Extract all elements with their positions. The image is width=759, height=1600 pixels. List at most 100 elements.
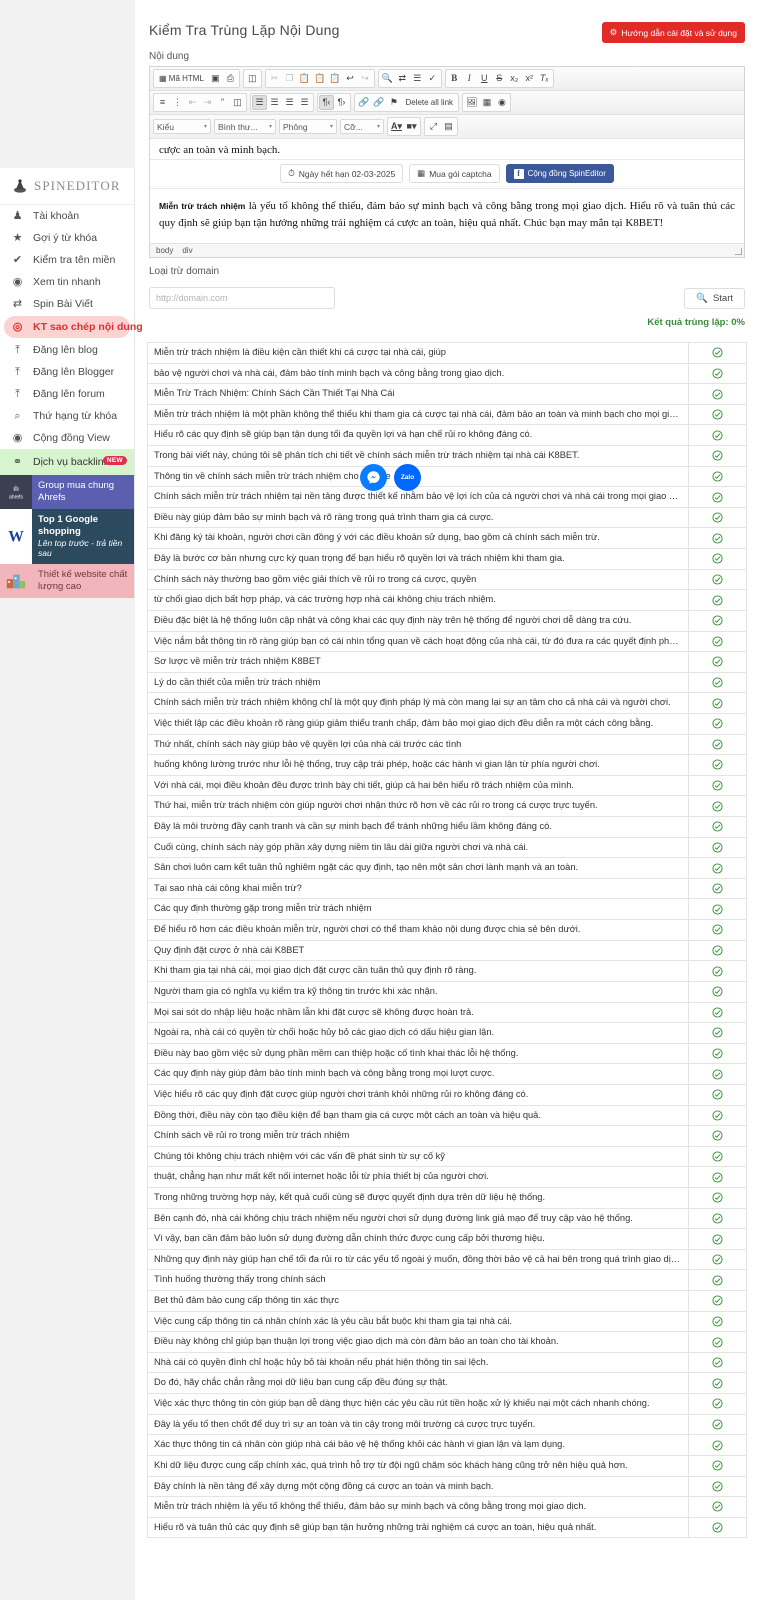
subscript-icon[interactable]: x₂	[507, 71, 522, 86]
table-row[interactable]: Miễn trừ trách nhiệm là điều kiện cần th…	[148, 342, 746, 363]
table-row[interactable]: Trong bài viết này, chúng tôi sẽ phân tí…	[148, 445, 746, 466]
table-row[interactable]: Điều này không chỉ giúp bạn thuận lợi tr…	[148, 1331, 746, 1352]
background-color-icon[interactable]: ■▾	[404, 119, 419, 134]
styles-select[interactable]: Kiểu ▾	[153, 119, 211, 134]
table-row[interactable]: huống không lường trước như lỗi hệ thống…	[148, 754, 746, 775]
paste-word-icon[interactable]: 📋	[327, 71, 342, 86]
table-row[interactable]: từ chối giao dịch bất hợp pháp, và các t…	[148, 589, 746, 610]
path-div[interactable]: div	[182, 246, 192, 255]
maximize-icon[interactable]: ⤢	[426, 119, 441, 134]
table-row[interactable]: thuật, chẳng hạn như mất kết nối interne…	[148, 1166, 746, 1187]
show-blocks-icon[interactable]: ▤	[441, 119, 456, 134]
outdent-icon[interactable]: ⇤	[185, 95, 200, 110]
bold-icon[interactable]: B	[447, 71, 462, 86]
table-row[interactable]: Bên cạnh đó, nhà cái không chịu trách nh…	[148, 1207, 746, 1229]
table-row[interactable]: Chính sách này thường bao gồm việc giải …	[148, 568, 746, 590]
underline-icon[interactable]: U	[477, 71, 492, 86]
editor-body[interactable]: cược an toàn và minh bạch. ⏱ Ngày hết hạ…	[150, 139, 744, 257]
align-justify-icon[interactable]: ☰	[297, 95, 312, 110]
table-row[interactable]: Đây là bước cơ bản nhưng cực kỳ quan trọ…	[148, 548, 746, 569]
table-row[interactable]: Việc thiết lập các điều khoản rõ ràng gi…	[148, 712, 746, 734]
table-row[interactable]: Để hiểu rõ hơn các điều khoản miễn trừ, …	[148, 919, 746, 940]
table-row[interactable]: Các quy định thường gặp trong miễn trừ t…	[148, 898, 746, 920]
copy-icon[interactable]: ❐	[282, 71, 297, 86]
table-row[interactable]: Chính sách về rủi ro trong miễn trừ trác…	[148, 1125, 746, 1146]
table-row[interactable]: Chính sách miễn trừ trách nhiệm không ch…	[148, 692, 746, 713]
table-icon[interactable]: ▦	[479, 95, 494, 110]
table-row[interactable]: Miễn trừ trách nhiệm là yếu tố không thể…	[148, 1496, 746, 1517]
table-row[interactable]: Tại sao nhà cái công khai miễn trừ?	[148, 877, 746, 899]
promo-google-shopping[interactable]: W Top 1 Google shopping Lên top trước - …	[0, 508, 134, 564]
table-row[interactable]: Việc cung cấp thông tin cá nhân chính xá…	[148, 1310, 746, 1332]
domain-exclusion-input[interactable]	[149, 287, 335, 309]
sidebar-item-8[interactable]: ⤒ Đăng lên forum	[0, 383, 134, 405]
spineditor-community-button[interactable]: f Cộng đồng SpinEditor	[505, 164, 614, 183]
print-icon[interactable]: ⎙	[223, 71, 238, 86]
table-row[interactable]: Do đó, hãy chắc chắn rằng mọi dữ liệu bạ…	[148, 1372, 746, 1394]
sidebar-item-backlink[interactable]: ⚭ Dịch vụ backlink NEW	[0, 449, 134, 475]
undo-icon[interactable]: ↩	[343, 71, 358, 86]
table-row[interactable]: Điều này bao gồm việc sử dụng phần mềm c…	[148, 1042, 746, 1064]
table-row[interactable]: Sân chơi luôn cam kết tuân thủ nghiêm ng…	[148, 857, 746, 878]
text-color-icon[interactable]: A▾	[389, 119, 404, 134]
link-icon[interactable]: 🔗	[356, 95, 371, 110]
table-row[interactable]: Điều này giúp đảm bảo sự minh bạch và rõ…	[148, 506, 746, 528]
table-row[interactable]: Điều đặc biệt là hệ thống luôn cập nhật …	[148, 609, 746, 631]
promo-ahrefs[interactable]: ılı ahrefs Group mua chung Ahrefs	[0, 475, 134, 509]
table-row[interactable]: Các quy định này giúp đảm bảo tính minh …	[148, 1063, 746, 1084]
table-row[interactable]: Chúng tôi không chịu trách nhiệm với các…	[148, 1145, 746, 1167]
buy-captcha-button[interactable]: ▦ Mua gói captcha	[409, 164, 500, 183]
table-row[interactable]: Khi tham gia tại nhà cái, mọi giao dịch …	[148, 960, 746, 981]
table-row[interactable]: Xác thực thông tin cá nhân còn giúp nhà …	[148, 1434, 746, 1455]
table-row[interactable]: Bet thủ đảm bảo cung cấp thông tin xác t…	[148, 1290, 746, 1311]
table-row[interactable]: Những quy định này giúp hạn chế tối đa r…	[148, 1248, 746, 1270]
table-row[interactable]: bảo vệ người chơi và nhà cái, đảm bảo tí…	[148, 362, 746, 384]
bulleted-list-icon[interactable]: ⋮	[170, 95, 185, 110]
sidebar-item-3[interactable]: ◉ Xem tin nhanh	[0, 271, 134, 293]
paste-text-icon[interactable]: 📋	[312, 71, 327, 86]
fontsize-select[interactable]: Cỡ... ▾	[340, 119, 384, 134]
table-row[interactable]: Hiểu rõ và tuân thủ các quy định sẽ giúp…	[148, 1516, 746, 1538]
div-container-icon[interactable]: ◫	[230, 95, 245, 110]
align-right-icon[interactable]: ☰	[282, 95, 297, 110]
table-row[interactable]: Với nhà cái, mọi điều khoản đều được trì…	[148, 774, 746, 796]
sidebar-item-7[interactable]: ⤒ Đăng lên Blogger	[0, 361, 134, 383]
table-row[interactable]: Ngoài ra, nhà cái có quyền từ chối hoặc …	[148, 1022, 746, 1043]
table-row[interactable]: Khi đăng ký tài khoản, người chơi cần đồ…	[148, 527, 746, 549]
table-row[interactable]: Vì vậy, bạn cần đảm bảo luôn sử dụng đườ…	[148, 1228, 746, 1249]
zalo-chat-button[interactable]: Zalo	[394, 464, 421, 491]
table-row[interactable]: Đồng thời, điều này còn tạo điều kiện để…	[148, 1104, 746, 1126]
messenger-chat-button[interactable]	[360, 464, 387, 491]
table-row[interactable]: Miễn trừ trách nhiệm là một phần không t…	[148, 403, 746, 425]
sidebar-item-6[interactable]: ⤒ Đăng lên blog	[0, 339, 134, 361]
templates-icon[interactable]: ◫	[245, 71, 260, 86]
anchor-icon[interactable]: ⚑	[386, 95, 401, 110]
unlink-icon[interactable]: 🔗	[371, 95, 386, 110]
align-left-icon[interactable]: ☰	[252, 95, 267, 110]
table-row[interactable]: Sơ lược về miễn trừ trách nhiệm K8BET	[148, 651, 746, 672]
sidebar-item-10[interactable]: ◉ Cộng đồng View	[0, 427, 134, 449]
table-row[interactable]: Thứ nhất, chính sách này giúp bảo vệ quy…	[148, 733, 746, 755]
select-all-icon[interactable]: ☰	[410, 71, 425, 86]
table-row[interactable]: Thứ hai, miễn trừ trách nhiệm còn giúp n…	[148, 795, 746, 817]
sidebar-item-1[interactable]: ★ Gợi ý từ khóa	[0, 227, 134, 249]
path-body[interactable]: body	[156, 246, 173, 255]
sidebar-item-4[interactable]: ⇄ Spin Bài Viết	[0, 293, 134, 315]
delete-all-link-button[interactable]: Delete all link	[401, 95, 457, 110]
blockquote-icon[interactable]: ”	[215, 95, 230, 110]
find-icon[interactable]: 🔍	[380, 71, 395, 86]
guide-button[interactable]: ⚙ Hướng dẫn cài đặt và sử dụng	[601, 22, 745, 43]
italic-icon[interactable]: I	[462, 71, 477, 86]
editor-resize-handle[interactable]	[735, 248, 742, 255]
paste-icon[interactable]: 📋	[297, 71, 312, 86]
image-icon[interactable]: 🖼	[464, 95, 479, 110]
table-row[interactable]: Chính sách miễn trừ trách nhiệm tại nền …	[148, 486, 746, 507]
preview-icon[interactable]: ▣	[208, 71, 223, 86]
rtl-icon[interactable]: ¶›	[334, 95, 349, 110]
indent-icon[interactable]: ⇥	[200, 95, 215, 110]
align-center-icon[interactable]: ☰	[267, 95, 282, 110]
table-row[interactable]: Tình huống thường thấy trong chính sách	[148, 1269, 746, 1291]
sidebar-item-2[interactable]: ✔ Kiểm tra tên miền	[0, 249, 134, 271]
ltr-icon[interactable]: ¶‹	[319, 95, 334, 110]
format-select[interactable]: Bình thư... ▾	[214, 119, 276, 134]
